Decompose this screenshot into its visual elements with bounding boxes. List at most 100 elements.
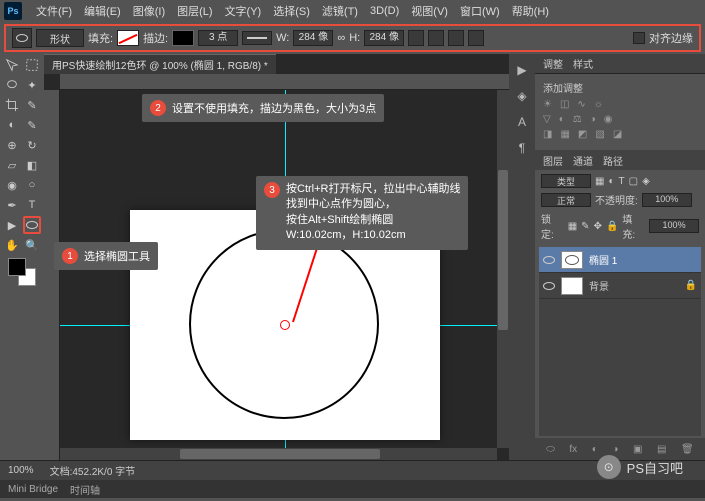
mask-icon[interactable]: ◐ (592, 444, 598, 455)
tab-mini-bridge[interactable]: Mini Bridge (8, 484, 58, 495)
tab-styles[interactable]: 样式 (573, 56, 593, 71)
menu-help[interactable]: 帮助(H) (506, 3, 555, 19)
trash-icon[interactable]: 🗑 (681, 444, 694, 455)
ruler-horizontal[interactable] (60, 74, 509, 90)
opacity-input[interactable]: 100% (642, 193, 692, 207)
doc-size[interactable]: 文档:452.2K/0 字节 (50, 463, 136, 478)
tool-preset-icon[interactable] (12, 28, 32, 48)
wand-tool-icon[interactable]: ✦ (23, 76, 41, 94)
path-select-tool-icon[interactable]: ▶ (3, 216, 21, 234)
width-input[interactable]: 284 像 (293, 30, 333, 46)
menu-filter[interactable]: 滤镜(T) (316, 3, 364, 19)
adj-selective-icon[interactable]: ◪ (613, 129, 622, 140)
lock-trans-icon[interactable]: ▦ (568, 221, 577, 232)
adj-threshold-icon[interactable]: ◩ (578, 129, 587, 140)
canvas-viewport[interactable] (60, 90, 509, 460)
filter-adjust-icon[interactable]: ◐ (608, 176, 614, 187)
filter-type-icon[interactable]: T (619, 176, 625, 187)
ellipse-tool-icon[interactable] (23, 216, 41, 234)
stroke-swatch[interactable] (172, 30, 194, 46)
stamp-tool-icon[interactable]: ⊕ (3, 136, 21, 154)
adj-exposure-icon[interactable]: ☼ (594, 99, 603, 110)
adj-brightness-icon[interactable]: ☀ (543, 99, 552, 110)
character-panel-icon[interactable]: A (514, 114, 530, 130)
menu-window[interactable]: 窗口(W) (454, 3, 506, 19)
align-edges-checkbox[interactable] (633, 32, 645, 44)
lock-all-icon[interactable]: 🔒 (606, 221, 618, 232)
adj-bw-icon[interactable]: ◑ (590, 114, 596, 125)
shape-mode-dropdown[interactable]: 形状 (36, 29, 84, 47)
path-arrange-icon[interactable] (448, 30, 464, 46)
blur-tool-icon[interactable]: ◉ (3, 176, 21, 194)
fill-swatch[interactable] (117, 30, 139, 46)
stroke-width-input[interactable]: 3 点 (198, 30, 238, 46)
tab-layers[interactable]: 图层 (543, 153, 563, 168)
fill-opacity-input[interactable]: 100% (649, 219, 699, 233)
filter-pixel-icon[interactable]: ▦ (595, 176, 604, 187)
menu-3d[interactable]: 3D(D) (364, 5, 405, 17)
zoom-tool-icon[interactable]: 🔍 (23, 236, 41, 254)
layer-row[interactable]: 椭圆 1 (539, 247, 701, 273)
adj-balance-icon[interactable]: ⚖ (573, 114, 582, 125)
layer-thumbnail[interactable] (561, 251, 583, 269)
zoom-level[interactable]: 100% (8, 465, 34, 476)
visibility-toggle-icon[interactable] (543, 254, 555, 266)
new-adj-icon[interactable]: ◑ (612, 444, 618, 455)
link-layers-icon[interactable]: ⬭ (546, 444, 555, 455)
brush-tool-icon[interactable]: ✎ (23, 116, 41, 134)
fx-icon[interactable]: fx (569, 444, 577, 455)
menu-image[interactable]: 图像(I) (127, 3, 171, 19)
history-brush-tool-icon[interactable]: ↻ (23, 136, 41, 154)
tab-paths[interactable]: 路径 (603, 153, 623, 168)
menu-view[interactable]: 视图(V) (405, 3, 454, 19)
dodge-tool-icon[interactable]: ○ (23, 176, 41, 194)
new-group-icon[interactable]: ▣ (633, 444, 642, 455)
tab-adjustments[interactable]: 调整 (543, 56, 563, 71)
scrollbar-vertical[interactable] (497, 90, 509, 448)
lock-pos-icon[interactable]: ✥ (594, 221, 602, 232)
hand-tool-icon[interactable]: ✋ (3, 236, 21, 254)
menu-type[interactable]: 文字(Y) (219, 3, 268, 19)
layer-thumbnail[interactable] (561, 277, 583, 295)
stroke-style-dropdown[interactable] (242, 31, 272, 45)
adj-vibrance-icon[interactable]: ▽ (543, 114, 551, 125)
visibility-toggle-icon[interactable] (543, 280, 555, 292)
paragraph-panel-icon[interactable]: ¶ (514, 140, 530, 156)
path-ops-icon[interactable] (408, 30, 424, 46)
filter-smart-icon[interactable]: ◈ (642, 176, 650, 187)
eyedropper-tool-icon[interactable]: ✎ (23, 96, 41, 114)
lock-pixel-icon[interactable]: ✎ (581, 221, 589, 232)
ruler-vertical[interactable] (44, 90, 60, 460)
color-swatches[interactable] (8, 258, 36, 286)
layer-filter-dropdown[interactable]: 类型 (541, 174, 591, 188)
eraser-tool-icon[interactable]: ▱ (3, 156, 21, 174)
type-tool-icon[interactable]: T (23, 196, 41, 214)
menu-file[interactable]: 文件(F) (30, 3, 78, 19)
pen-tool-icon[interactable]: ✒ (3, 196, 21, 214)
layer-name[interactable]: 椭圆 1 (589, 252, 617, 267)
link-wh-icon[interactable]: ∞ (337, 32, 345, 44)
adj-gradient-map-icon[interactable]: ▧ (595, 129, 604, 140)
properties-panel-icon[interactable]: ◈ (514, 88, 530, 104)
marquee-tool-icon[interactable] (23, 56, 41, 74)
tab-channels[interactable]: 通道 (573, 153, 593, 168)
crop-tool-icon[interactable] (3, 96, 21, 114)
document-tab[interactable]: 用PS快速绘制12色环 @ 100% (椭圆 1, RGB/8) * (44, 54, 276, 74)
history-panel-icon[interactable]: ▶ (514, 62, 530, 78)
blend-mode-dropdown[interactable]: 正常 (541, 193, 591, 207)
height-input[interactable]: 284 像 (364, 30, 404, 46)
menu-select[interactable]: 选择(S) (267, 3, 316, 19)
move-tool-icon[interactable] (3, 56, 21, 74)
new-layer-icon[interactable]: ▤ (657, 444, 666, 455)
scrollbar-horizontal[interactable] (60, 448, 497, 460)
adj-photo-filter-icon[interactable]: ◉ (604, 114, 613, 125)
adj-curves-icon[interactable]: ∿ (577, 99, 585, 110)
adj-levels-icon[interactable]: ◫ (560, 99, 569, 110)
adj-posterize-icon[interactable]: ▦ (560, 129, 569, 140)
adj-hue-icon[interactable]: ◐ (559, 114, 565, 125)
gradient-tool-icon[interactable]: ◧ (23, 156, 41, 174)
filter-shape-icon[interactable]: ▢ (629, 176, 638, 187)
heal-tool-icon[interactable]: ◐ (3, 116, 21, 134)
gear-icon[interactable] (468, 30, 484, 46)
adj-invert-icon[interactable]: ◨ (543, 129, 552, 140)
